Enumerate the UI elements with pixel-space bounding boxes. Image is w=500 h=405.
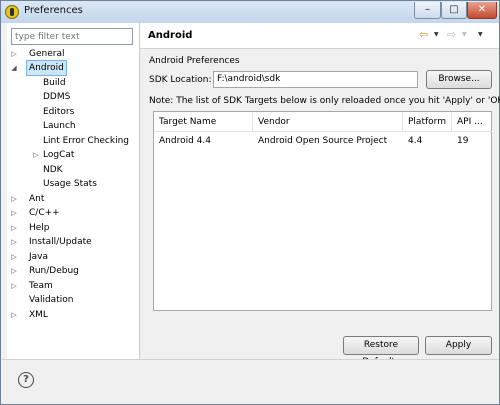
column-header-platform[interactable]: Platform <box>403 112 452 132</box>
forward-history-dropdown-icon[interactable]: ▼ <box>462 28 467 42</box>
tree-item-label: XML <box>29 310 48 320</box>
preferences-tree-panel: ▷ General ◢ Android Build DDMS Editors L… <box>7 23 140 359</box>
sdk-location-input[interactable]: F:\android\sdk <box>213 71 418 88</box>
expand-arrow-icon[interactable]: ▷ <box>9 206 19 220</box>
collapse-arrow-icon[interactable]: ◢ <box>9 61 19 75</box>
expand-arrow-icon[interactable]: ▷ <box>9 47 19 61</box>
preference-page: Android ⇦ ▼ ⇨ ▼ ▼ Android Preferences SD… <box>140 23 500 367</box>
tree-item-label: Ant <box>29 194 45 204</box>
restore-defaults-button[interactable]: Restore Defaults <box>343 336 419 367</box>
tree-item-label: NDK <box>43 165 63 175</box>
tree-item-label: Usage Stats <box>43 179 97 189</box>
filter-input[interactable] <box>11 28 133 45</box>
preferences-window: Preferences – □ ✕ ▷ General ◢ Android Bu… <box>0 0 500 405</box>
sdk-location-label: SDK Location: <box>149 75 212 85</box>
expand-arrow-icon[interactable]: ▷ <box>9 279 19 293</box>
cell-target-name[interactable]: Android 4.4 <box>154 133 253 149</box>
cell-platform[interactable]: 4.4 <box>403 133 452 149</box>
tree-item-label: Editors <box>43 107 75 117</box>
tree-item-usage-stats[interactable]: Usage Stats <box>43 177 97 191</box>
forward-arrow-icon[interactable]: ⇨ <box>447 28 456 42</box>
eclipse-icon <box>5 5 19 19</box>
tree-item-editors[interactable]: Editors <box>43 105 74 119</box>
cell-vendor[interactable]: Android Open Source Project <box>253 133 403 149</box>
tree-item-label: LogCat <box>43 150 75 160</box>
tree-item-launch[interactable]: Launch <box>43 119 76 133</box>
dialog-footer: ? <box>2 359 499 404</box>
back-history-dropdown-icon[interactable]: ▼ <box>434 28 439 42</box>
expand-arrow-icon[interactable]: ▷ <box>9 250 19 264</box>
close-button[interactable]: ✕ <box>467 2 497 19</box>
sdk-targets-table[interactable]: Target Name Vendor Platform API ... Andr… <box>153 111 492 311</box>
tree-item-label: Android <box>26 60 67 76</box>
back-arrow-icon[interactable]: ⇦ <box>419 28 428 42</box>
tree-item-label: C/C++ <box>29 208 60 218</box>
page-title: Android <box>148 30 193 41</box>
page-header: Android ⇦ ▼ ⇨ ▼ ▼ <box>140 23 499 49</box>
tree-item-label: Build <box>43 78 66 88</box>
tree-item-label: Validation <box>29 295 74 305</box>
expand-arrow-icon[interactable]: ▷ <box>9 264 19 278</box>
expand-arrow-icon[interactable]: ▷ <box>9 221 19 235</box>
tree-item-lint-error-checking[interactable]: Lint Error Checking <box>43 134 129 148</box>
window-title: Preferences <box>24 5 83 16</box>
expand-arrow-icon[interactable]: ▷ <box>31 148 41 162</box>
tree-item-label: General <box>29 49 65 59</box>
tree-item-label: Launch <box>43 121 76 131</box>
expand-arrow-icon[interactable]: ▷ <box>9 235 19 249</box>
expand-arrow-icon[interactable]: ▷ <box>9 192 19 206</box>
sdk-note: Note: The list of SDK Targets below is o… <box>149 96 500 106</box>
tree-item-ndk[interactable]: NDK <box>43 163 63 177</box>
tree-item-label: Java <box>29 252 49 262</box>
expand-arrow-icon[interactable]: ▷ <box>9 308 19 322</box>
tree-item-ddms[interactable]: DDMS <box>43 90 70 104</box>
view-menu-icon[interactable]: ▼ <box>478 28 483 42</box>
tree-item-label: DDMS <box>43 92 71 102</box>
help-icon[interactable]: ? <box>18 372 34 388</box>
tree-item-label: Team <box>29 281 53 291</box>
tree-item-validation[interactable]: Validation <box>29 293 73 307</box>
tree-item-build[interactable]: Build <box>43 76 66 90</box>
tree-item-label: Install/Update <box>29 237 92 247</box>
cell-api[interactable]: 19 <box>452 133 492 149</box>
column-header-target-name[interactable]: Target Name <box>154 112 253 132</box>
minimize-button[interactable]: – <box>414 2 441 19</box>
tree-item-label: Run/Debug <box>29 266 79 276</box>
apply-button[interactable]: Apply <box>425 336 492 355</box>
column-header-vendor[interactable]: Vendor <box>253 112 403 132</box>
section-subtitle: Android Preferences <box>149 56 240 66</box>
maximize-button[interactable]: □ <box>441 2 467 19</box>
tree-item-label: Help <box>29 223 50 233</box>
title-bar[interactable]: Preferences – □ ✕ <box>1 1 499 23</box>
tree-item-label: Lint Error Checking <box>43 136 130 146</box>
column-header-api[interactable]: API ... <box>452 112 492 132</box>
browse-button[interactable]: Browse... <box>426 70 492 89</box>
